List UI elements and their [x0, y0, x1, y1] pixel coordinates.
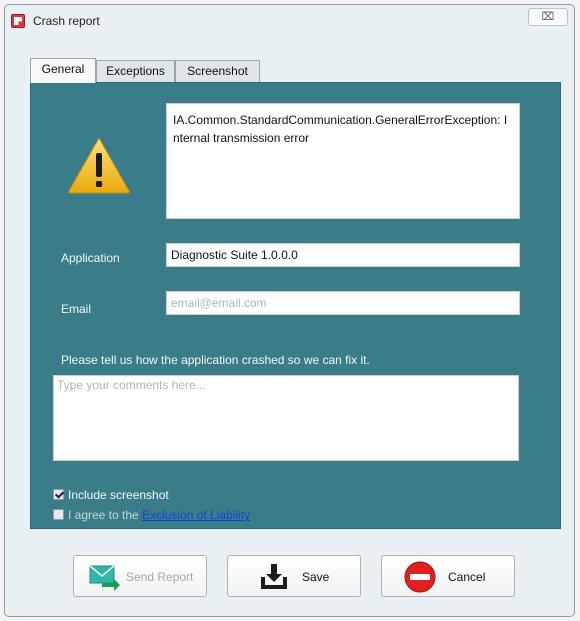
send-report-label: Send Report — [126, 570, 194, 584]
save-label: Save — [302, 570, 330, 584]
error-message-box[interactable]: IA.Common.StandardCommunication.GeneralE… — [166, 103, 520, 219]
tab-general-label: General — [41, 62, 85, 76]
comments-textarea[interactable]: Type your comments here... — [53, 375, 519, 461]
app-icon — [11, 14, 25, 28]
include-screenshot-label: Include screenshot — [68, 488, 169, 502]
cancel-button[interactable]: Cancel — [381, 555, 515, 597]
title-bar: Crash report ⌧ — [5, 5, 574, 39]
include-screenshot-row[interactable]: Include screenshot — [53, 487, 169, 503]
tab-general[interactable]: General — [30, 58, 96, 83]
tab-exceptions[interactable]: Exceptions — [96, 60, 175, 82]
general-tab-panel: IA.Common.StandardCommunication.GeneralE… — [30, 82, 561, 529]
close-icon: ⌧ — [541, 10, 555, 23]
agree-checkbox[interactable] — [53, 509, 64, 520]
application-field[interactable]: Diagnostic Suite 1.0.0.0 — [166, 243, 520, 267]
email-field[interactable]: email@email.com — [166, 291, 520, 315]
window-title: Crash report — [33, 14, 100, 28]
agree-label: I agree to the — [68, 508, 139, 522]
application-label: Application — [61, 251, 120, 265]
warning-icon — [68, 136, 130, 194]
close-button[interactable]: ⌧ — [528, 8, 568, 26]
tab-screenshot-label: Screenshot — [187, 64, 248, 78]
comments-prompt: Please tell us how the application crash… — [61, 353, 370, 367]
send-report-button[interactable]: Send Report — [73, 555, 207, 597]
no-entry-icon — [404, 561, 436, 593]
crash-report-window: Crash report ⌧ General Exceptions Screen… — [4, 4, 575, 617]
download-save-icon — [261, 564, 287, 589]
tab-screenshot[interactable]: Screenshot — [175, 60, 260, 82]
envelope-arrow-icon — [89, 565, 120, 591]
save-button[interactable]: Save — [227, 555, 361, 597]
exclusion-of-liability-link[interactable]: Exclusion of Liability — [142, 508, 250, 522]
include-screenshot-checkbox[interactable] — [53, 489, 64, 500]
email-label: Email — [61, 302, 92, 316]
tab-exceptions-label: Exceptions — [106, 64, 165, 78]
cancel-label: Cancel — [448, 570, 486, 584]
agree-row[interactable]: I agree to the Exclusion of Liability — [53, 507, 250, 523]
